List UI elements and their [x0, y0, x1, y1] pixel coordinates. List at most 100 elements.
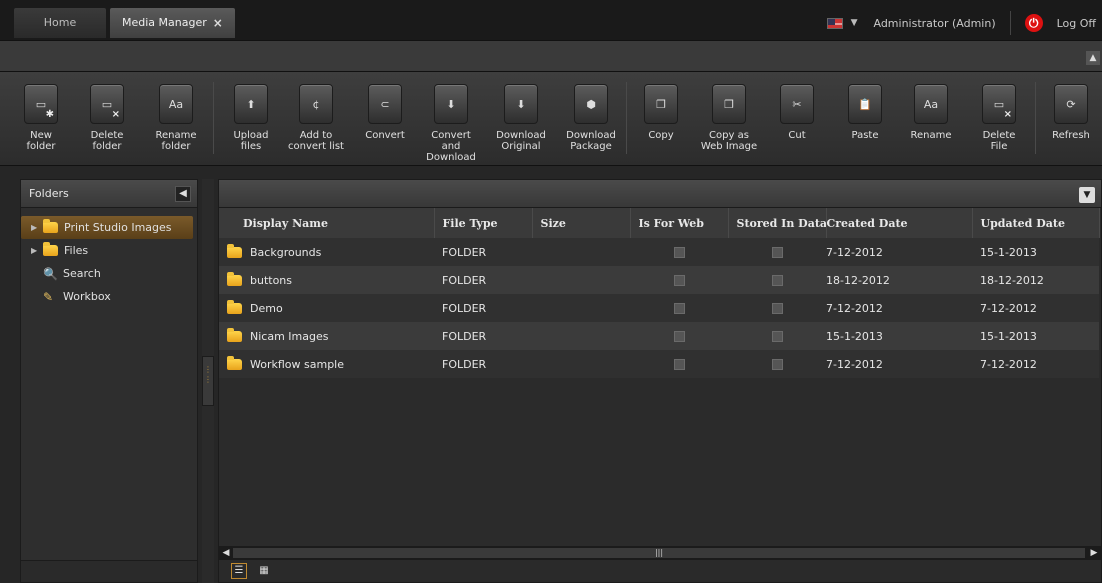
tab-home[interactable]: Home — [14, 8, 106, 38]
cell-type: FOLDER — [442, 273, 487, 287]
download-package-button[interactable]: ⬢ Download Package — [560, 84, 622, 152]
stored-in-db-checkbox[interactable] — [771, 331, 783, 342]
cell-created: 7-12-2012 — [826, 245, 883, 259]
copy-icon: ❐ — [644, 84, 678, 124]
copy-web-button[interactable]: ❐ Copy as Web Image — [698, 84, 760, 152]
folder-icon — [43, 242, 58, 256]
column-header[interactable]: Display Name — [219, 208, 435, 238]
rename-folder-button[interactable]: Aa Rename folder — [145, 84, 207, 152]
folder-tree: ▶ Print Studio Images ▶ Files 🔍 Search ✎… — [21, 208, 197, 308]
expand-arrow-icon[interactable]: ▶ — [31, 223, 43, 232]
scroll-thumb[interactable]: ||| — [233, 548, 1085, 558]
button-label: Download Original — [496, 130, 546, 152]
button-label: Copy as Web Image — [700, 130, 758, 152]
cut-icon: ✂ — [780, 84, 814, 124]
chevron-down-icon[interactable]: ▼ — [851, 18, 858, 28]
is-for-web-checkbox[interactable] — [673, 359, 685, 370]
column-header[interactable]: Created Date — [826, 208, 973, 238]
stored-in-db-checkbox[interactable] — [771, 275, 783, 286]
close-icon[interactable]: × — [213, 8, 223, 38]
cell-updated: 18-12-2012 — [980, 273, 1044, 287]
scroll-left-icon[interactable]: ◀ — [219, 546, 233, 560]
paste-icon: 📋 — [848, 84, 882, 124]
table-row[interactable]: Backgrounds FOLDER 7-12-2012 15-1-2013 — [219, 238, 1099, 266]
table-row[interactable]: Nicam Images FOLDER 15-1-2013 15-1-2013 — [219, 322, 1099, 350]
cell-created: 15-1-2013 — [826, 329, 883, 343]
column-header[interactable]: Stored In Database — [728, 208, 827, 238]
cell-name: buttons — [250, 273, 293, 287]
folders-title: Folders — [29, 187, 69, 200]
is-for-web-checkbox[interactable] — [673, 331, 685, 342]
tree-node-files[interactable]: ▶ Files — [21, 239, 197, 262]
us-flag-icon[interactable] — [826, 17, 843, 29]
column-header[interactable]: Size — [532, 208, 631, 238]
download-original-button[interactable]: ⬇ Download Original — [490, 84, 552, 152]
folders-footer — [21, 560, 197, 582]
button-label: Convert and Download — [426, 130, 476, 163]
column-header[interactable]: Updated Date — [972, 208, 1100, 238]
cut-button[interactable]: ✂ Cut — [766, 84, 828, 141]
download-package-icon: ⬢ — [574, 84, 608, 124]
stored-in-db-checkbox[interactable] — [771, 359, 783, 370]
cell-name: Backgrounds — [250, 245, 322, 259]
stored-in-db-checkbox[interactable] — [771, 303, 783, 314]
convert-download-button[interactable]: ⬇ Convert and Download — [420, 84, 482, 163]
power-icon[interactable]: ⏻ — [1024, 14, 1043, 32]
logoff-link[interactable]: Log Off — [1057, 17, 1096, 30]
new-folder-button[interactable]: ▭ ✱ New folder — [10, 84, 72, 152]
divider — [1009, 11, 1011, 35]
scroll-right-icon[interactable]: ▶ — [1087, 546, 1101, 560]
tree-node-print-studio-images[interactable]: ▶ Print Studio Images — [21, 216, 193, 239]
delete-folder-icon: ▭ × — [90, 84, 124, 124]
user-area: ▼ Administrator (Admin) ⏻ Log Off — [826, 8, 1096, 38]
button-label: Paste — [851, 130, 879, 141]
rename-icon: Aa — [914, 84, 948, 124]
convert-button[interactable]: ⊂ Convert — [354, 84, 416, 141]
button-label: Rename — [910, 130, 952, 141]
copy-web-icon: ❐ — [712, 84, 746, 124]
button-label: Cut — [788, 130, 806, 141]
table-header-row: Display Name File Type Size Is For Web S… — [219, 208, 1100, 238]
tree-node-workbox[interactable]: ✎ Workbox — [21, 285, 197, 308]
table-row[interactable]: Demo FOLDER 7-12-2012 7-12-2012 — [219, 294, 1099, 322]
delete-file-icon: ▭ × — [982, 84, 1016, 124]
horizontal-scrollbar[interactable]: ◀ ||| ▶ — [219, 546, 1101, 560]
cell-updated: 7-12-2012 — [980, 357, 1037, 371]
convert-icon: ⊂ — [368, 84, 402, 124]
add-to-convert-button[interactable]: ¢ Add to convert list — [285, 84, 347, 152]
cell-created: 7-12-2012 — [826, 357, 883, 371]
collapse-toolbar-button[interactable]: ▲ — [1086, 51, 1100, 65]
download-original-icon: ⬇ — [504, 84, 538, 124]
button-label: Delete folder — [90, 130, 124, 152]
refresh-button[interactable]: ⟳ Refresh — [1040, 84, 1102, 141]
rename-button[interactable]: Aa Rename — [900, 84, 962, 141]
list-view-icon[interactable]: ☰ — [231, 563, 247, 579]
collapse-panel-button[interactable]: ◀ — [175, 186, 191, 202]
folder-icon — [227, 272, 242, 286]
tree-node-search[interactable]: 🔍 Search — [21, 262, 197, 285]
toolbar: ▭ ✱ New folder ▭ × Delete folder Aa Rename fo… — [0, 72, 1102, 166]
stored-in-db-checkbox[interactable] — [771, 247, 783, 258]
table-row[interactable]: buttons FOLDER 18-12-2012 18-12-2012 — [219, 266, 1099, 294]
expand-arrow-icon[interactable]: ▶ — [31, 246, 43, 255]
column-header[interactable]: Is For Web — [630, 208, 729, 238]
cell-updated: 15-1-2013 — [980, 245, 1037, 259]
delete-folder-button[interactable]: ▭ × Delete folder — [76, 84, 138, 152]
upload-files-button[interactable]: ⬆ Upload files — [220, 84, 282, 152]
tab-media-manager[interactable]: Media Manager × — [110, 8, 235, 38]
cell-type: FOLDER — [442, 301, 487, 315]
column-header[interactable]: File Type — [434, 208, 533, 238]
is-for-web-checkbox[interactable] — [673, 275, 685, 286]
cell-size — [532, 350, 630, 378]
paste-button[interactable]: 📋 Paste — [834, 84, 896, 141]
is-for-web-checkbox[interactable] — [673, 247, 685, 258]
splitter-handle[interactable]: ⋮ ⋮ — [202, 356, 214, 406]
delete-file-button[interactable]: ▭ × Delete File — [968, 84, 1030, 152]
grid-view-icon[interactable]: ▦ — [257, 564, 271, 578]
chevron-down-icon[interactable]: ▼ — [1079, 187, 1095, 203]
secondary-bar: ▲ — [0, 40, 1102, 72]
is-for-web-checkbox[interactable] — [673, 303, 685, 314]
copy-button[interactable]: ❐ Copy — [630, 84, 692, 141]
table-row[interactable]: Workflow sample FOLDER 7-12-2012 7-12-20… — [219, 350, 1099, 378]
user-name: Administrator (Admin) — [873, 16, 996, 30]
